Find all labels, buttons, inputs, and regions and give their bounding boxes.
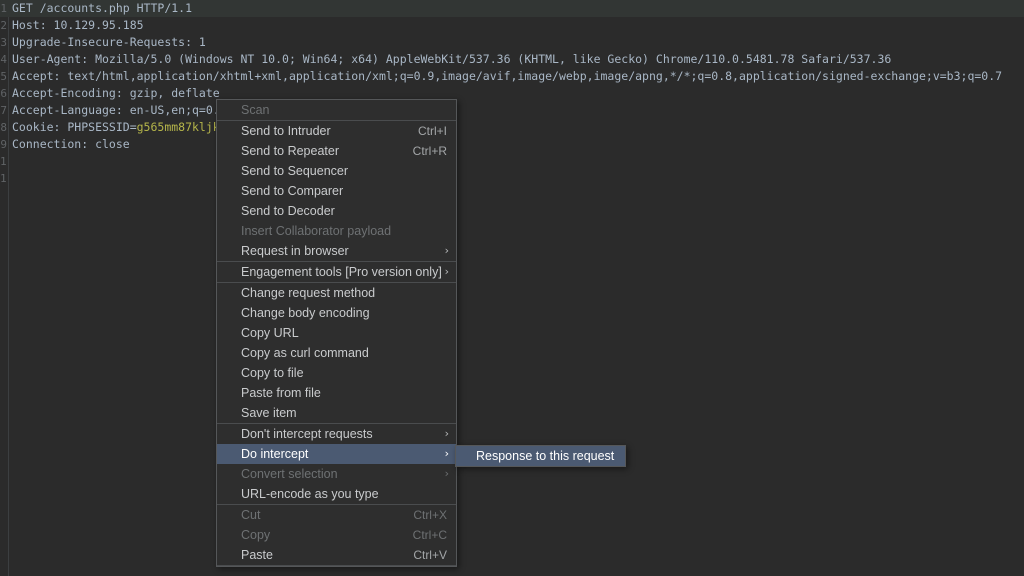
request-editor[interactable]: 1 GET /accounts.php HTTP/1.1 2 Host: 10.129… [0, 0, 1024, 576]
line-text: Upgrade-Insecure-Requests: 1 [12, 35, 206, 49]
menu-item-label: Send to Repeater [241, 144, 339, 158]
menu-item-label: Send to Intruder [241, 124, 331, 138]
line-number: 8 [0, 121, 7, 134]
code-line: 10 [0, 153, 1024, 170]
menu-item-label: Paste [241, 548, 273, 562]
line-text: User-Agent: Mozilla/5.0 (Windows NT 10.0… [12, 52, 892, 66]
context-menu-item[interactable]: Paste Ctrl+V [217, 545, 456, 565]
context-submenu-do-intercept[interactable]: Response to this request [455, 445, 626, 467]
code-line: 7 Accept-Language: en-US,en;q=0.9 [0, 102, 1024, 119]
menu-item-label: Convert selection [241, 467, 338, 481]
code-line: 4 User-Agent: Mozilla/5.0 (Windows NT 10.… [0, 51, 1024, 68]
context-menu-item[interactable]: Paste from file [217, 383, 456, 403]
line-text: Accept-Language: en-US,en;q=0.9 [12, 103, 227, 117]
menu-item-label: Send to Decoder [241, 204, 335, 218]
menu-item-label: Copy as curl command [241, 346, 369, 360]
line-number: 7 [0, 104, 7, 117]
context-menu-item: Scan [217, 100, 456, 120]
cookie-header-name: Cookie: PHPSESSID= [12, 120, 137, 134]
line-number: 5 [0, 70, 7, 83]
line-text: Cookie: PHPSESSID=g565mm87kljk2ig [12, 119, 240, 136]
menu-item-shortcut: Ctrl+I [417, 124, 447, 138]
menu-item-label: Change request method [241, 286, 376, 300]
code-line: 1 GET /accounts.php HTTP/1.1 [0, 0, 1024, 17]
context-menu-item[interactable]: Engagement tools [Pro version only] › [217, 262, 456, 282]
context-menu[interactable]: Scan Send to Intruder Ctrl+I Send to Repeat… [216, 99, 457, 567]
menu-item-label: Response to this request [476, 449, 615, 463]
menu-item-label: Send to Sequencer [241, 164, 349, 178]
context-menu-item: Copy Ctrl+C [217, 525, 456, 545]
context-menu-item[interactable]: Send to Decoder [217, 201, 456, 221]
context-menu-item[interactable]: Don't intercept requests › [217, 424, 456, 444]
menu-item-label: Copy [241, 528, 271, 542]
menu-item-label: Engagement tools [Pro version only] [241, 265, 442, 279]
chevron-right-icon: › [444, 427, 449, 440]
context-menu-item: Cut Ctrl+X [217, 505, 456, 525]
code-line: 9 Connection: close [0, 136, 1024, 153]
context-menu-item[interactable]: Send to Repeater Ctrl+R [217, 141, 456, 161]
code-line: 3 Upgrade-Insecure-Requests: 1 [0, 34, 1024, 51]
context-menu-item[interactable]: Change request method [217, 283, 456, 303]
chevron-right-icon: › [444, 265, 449, 278]
menu-item-label: Save item [241, 406, 297, 420]
menu-item-label: Copy URL [241, 326, 299, 340]
context-menu-item: Insert Collaborator payload [217, 221, 456, 241]
request-code-lines: 1 GET /accounts.php HTTP/1.1 2 Host: 10.129… [0, 0, 1024, 187]
line-number: 6 [0, 87, 7, 100]
context-menu-item[interactable]: Send to Comparer [217, 181, 456, 201]
context-menu-item[interactable]: Do intercept › [217, 444, 456, 464]
context-menu-item: Convert selection › [217, 464, 456, 484]
context-menu-item[interactable]: Change body encoding [217, 303, 456, 323]
context-menu-item[interactable]: URL-encode as you type [217, 484, 456, 504]
chevron-right-icon: › [444, 244, 449, 257]
submenu-item[interactable]: Response to this request [456, 446, 625, 466]
context-menu-item[interactable]: Save item [217, 403, 456, 423]
menu-item-label: Scan [241, 103, 270, 117]
menu-item-label: Insert Collaborator payload [241, 224, 392, 238]
menu-item-label: Cut [241, 508, 261, 522]
line-text: Accept: text/html,application/xhtml+xml,… [12, 69, 1003, 83]
line-number: 2 [0, 19, 7, 32]
context-menu-item[interactable]: Send to Sequencer [217, 161, 456, 181]
line-number: 10 [0, 155, 7, 168]
code-line: 11 [0, 170, 1024, 187]
code-line: 2 Host: 10.129.95.185 [0, 17, 1024, 34]
line-text: Connection: close [12, 137, 130, 151]
menu-item-label: Paste from file [241, 386, 321, 400]
context-menu-item[interactable]: Copy to file [217, 363, 456, 383]
menu-item-label: Do intercept [241, 447, 309, 461]
chevron-right-icon: › [444, 447, 449, 460]
menu-item-shortcut: Ctrl+X [413, 508, 447, 522]
menu-item-label: URL-encode as you type [241, 487, 379, 501]
menu-item-shortcut: Ctrl+V [413, 548, 447, 562]
code-line: 6 Accept-Encoding: gzip, deflate [0, 85, 1024, 102]
chevron-right-icon: › [444, 467, 449, 480]
code-line: 5 Accept: text/html,application/xhtml+xml… [0, 68, 1024, 85]
context-menu-item[interactable]: Copy URL [217, 323, 456, 343]
menu-separator [217, 565, 456, 566]
menu-item-label: Copy to file [241, 366, 304, 380]
line-number: 1 [0, 2, 7, 15]
context-menu-item[interactable]: Send to Intruder Ctrl+I [217, 121, 456, 141]
menu-item-label: Request in browser [241, 244, 349, 258]
line-number: 9 [0, 138, 7, 151]
line-number: 4 [0, 53, 7, 66]
menu-item-label: Don't intercept requests [241, 427, 373, 441]
line-number: 11 [0, 172, 7, 185]
line-text: GET /accounts.php HTTP/1.1 [12, 1, 193, 15]
menu-item-label: Change body encoding [241, 306, 370, 320]
line-text: Host: 10.129.95.185 [12, 18, 144, 32]
line-number: 3 [0, 36, 7, 49]
code-line: 8 Cookie: PHPSESSID=g565mm87kljk2ig [0, 119, 1024, 136]
menu-item-shortcut: Ctrl+C [412, 528, 447, 542]
context-menu-item[interactable]: Request in browser › [217, 241, 456, 261]
line-text: Accept-Encoding: gzip, deflate [12, 86, 220, 100]
context-menu-item[interactable]: Copy as curl command [217, 343, 456, 363]
menu-item-shortcut: Ctrl+R [412, 144, 447, 158]
menu-item-label: Send to Comparer [241, 184, 344, 198]
